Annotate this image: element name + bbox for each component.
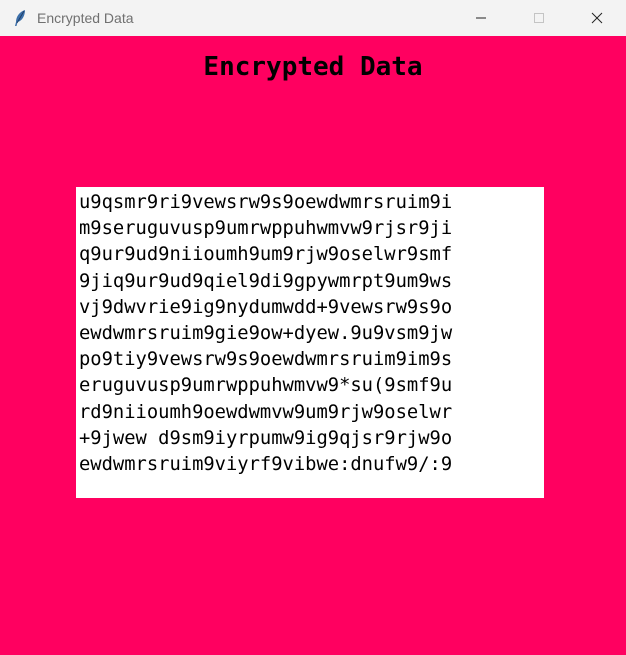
encrypted-text: u9qsmr9ri9vewsrw9s9oewdwmrsruim9i m9seru… <box>79 192 453 476</box>
maximize-icon <box>533 9 545 28</box>
page-title: Encrypted Data <box>203 52 423 82</box>
minimize-button[interactable] <box>452 0 510 36</box>
encrypted-text-box[interactable]: u9qsmr9ri9vewsrw9s9oewdwmrsruim9i m9seru… <box>76 187 544 498</box>
title-bar[interactable]: Encrypted Data <box>0 0 626 36</box>
window-title: Encrypted Data <box>37 10 134 26</box>
close-button[interactable] <box>568 0 626 36</box>
feather-icon <box>12 9 28 27</box>
close-icon <box>591 9 603 28</box>
main-content: Encrypted Data u9qsmr9ri9vewsrw9s9oewdwm… <box>0 36 626 655</box>
minimize-icon <box>475 9 487 28</box>
maximize-button[interactable] <box>510 0 568 36</box>
app-window: Encrypted Data Encrypted Data u9qsmr9ri9… <box>0 0 626 655</box>
window-controls <box>452 0 626 36</box>
